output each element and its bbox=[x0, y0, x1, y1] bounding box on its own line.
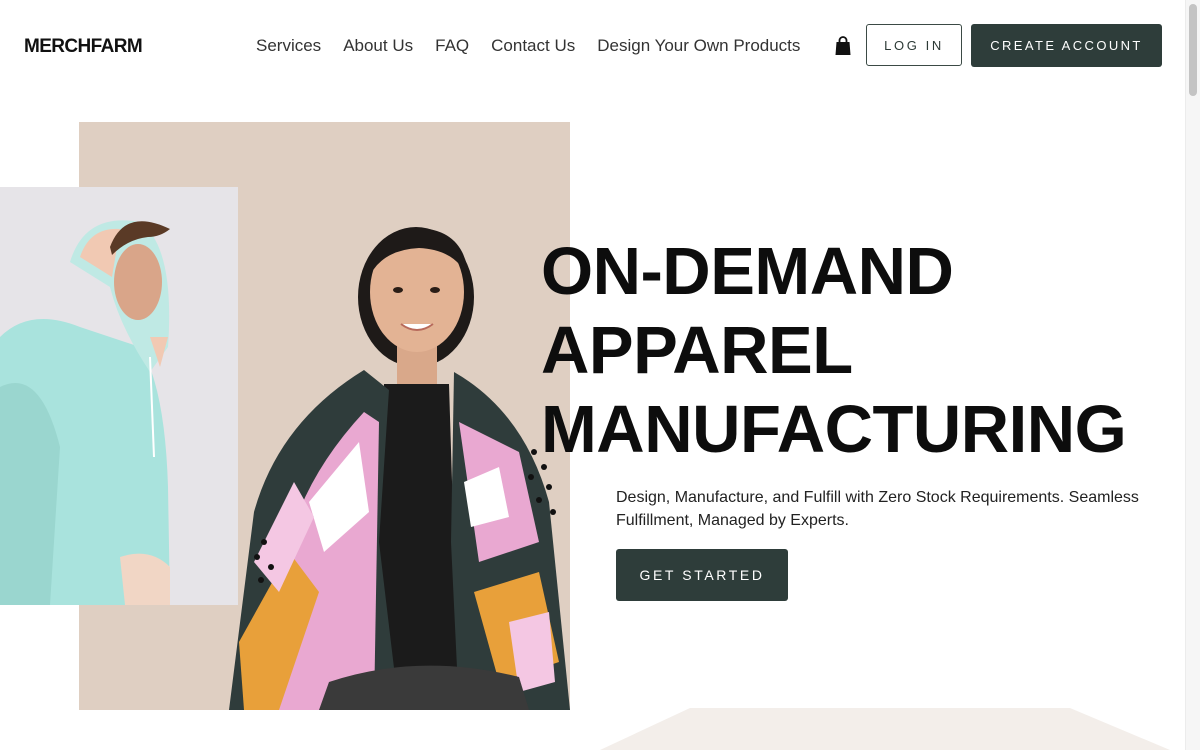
landing-page: MERCHFARM Services About Us FAQ Contact … bbox=[0, 0, 1200, 750]
nav-services[interactable]: Services bbox=[256, 36, 321, 56]
hero-headline: ON-DEMAND APPAREL MANUFACTURING bbox=[541, 232, 1127, 469]
nav-about-us[interactable]: About Us bbox=[343, 36, 413, 56]
nav-faq[interactable]: FAQ bbox=[435, 36, 469, 56]
scrollbar[interactable] bbox=[1185, 0, 1200, 750]
headline-line-1: ON-DEMAND bbox=[541, 234, 954, 309]
main-nav: Services About Us FAQ Contact Us Design … bbox=[256, 34, 800, 58]
create-account-button[interactable]: CREATE ACCOUNT bbox=[971, 24, 1162, 67]
nav-design-your-own-products[interactable]: Design Your Own Products bbox=[597, 36, 800, 56]
hero-subtext: Design, Manufacture, and Fulfill with Ze… bbox=[616, 489, 1139, 529]
headline-line-2: APPAREL bbox=[541, 313, 853, 388]
nav-contact-us[interactable]: Contact Us bbox=[491, 36, 575, 56]
get-started-button[interactable]: GET STARTED bbox=[616, 549, 788, 601]
merchfarm-logo[interactable]: MERCHFARM bbox=[24, 36, 143, 58]
hero-image-hoodie bbox=[0, 187, 238, 605]
log-in-button[interactable]: LOG IN bbox=[866, 24, 962, 66]
decorative-shape bbox=[600, 708, 1170, 750]
scrollbar-thumb[interactable] bbox=[1189, 4, 1197, 96]
shopping-bag-icon[interactable] bbox=[834, 36, 852, 56]
headline-line-3: MANUFACTURING bbox=[541, 392, 1127, 467]
